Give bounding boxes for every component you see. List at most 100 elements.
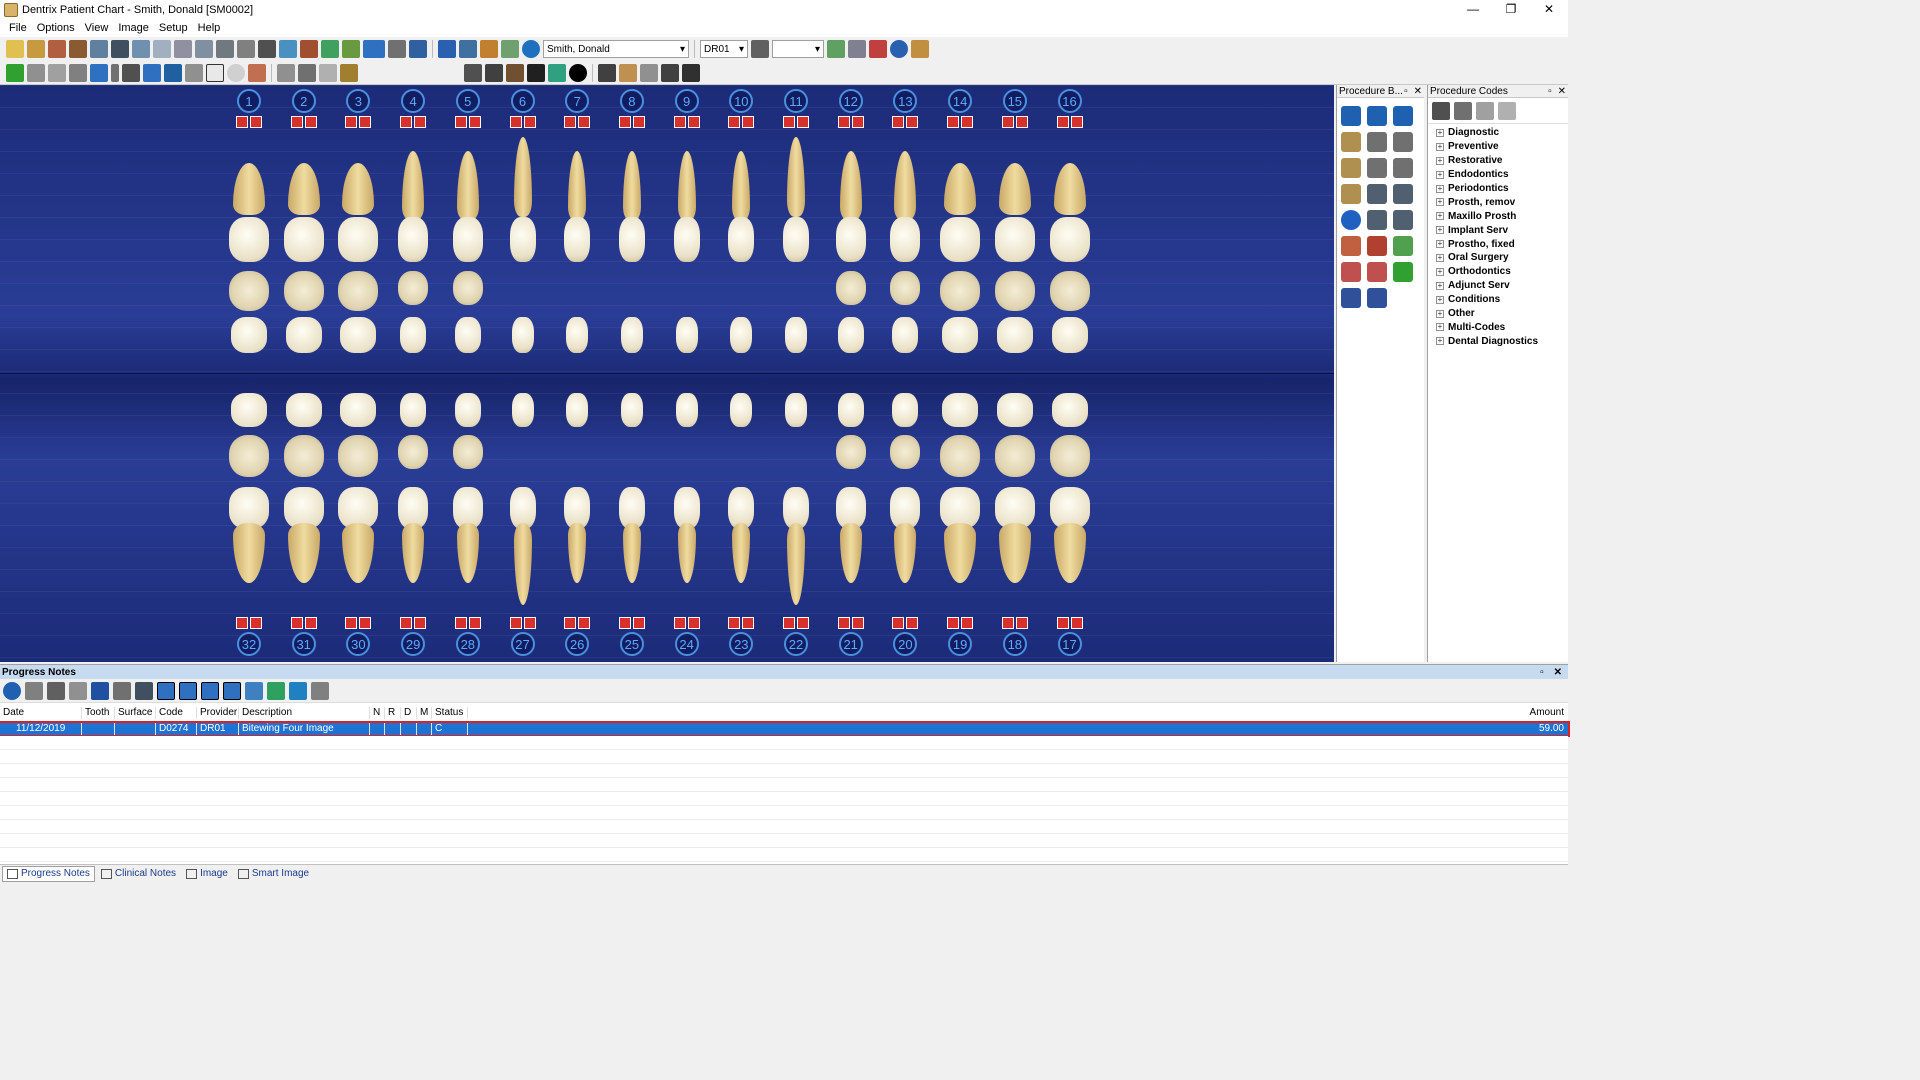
- notes-icon[interactable]: [27, 40, 45, 58]
- procedure-button-s-icon[interactable]: [1341, 210, 1361, 230]
- network-icon[interactable]: [548, 63, 566, 82]
- menu-view[interactable]: View: [80, 22, 114, 34]
- procedure-button-er-icon[interactable]: [1367, 236, 1387, 256]
- tooth-incisal-view[interactable]: [942, 317, 979, 353]
- tooth-incisal-view[interactable]: [785, 393, 807, 427]
- eraser-icon[interactable]: [132, 40, 150, 58]
- view-5-icon[interactable]: [245, 681, 263, 700]
- tooth-crown[interactable]: [940, 217, 981, 262]
- procedure-button-root-icon[interactable]: [1341, 132, 1361, 152]
- column-header-r[interactable]: R: [385, 707, 401, 719]
- tooth-number-upper[interactable]: 1: [237, 89, 261, 113]
- book-icon[interactable]: [48, 40, 66, 58]
- open-chart-icon[interactable]: [6, 40, 24, 58]
- tooth-incisal-view[interactable]: [340, 393, 377, 427]
- tooth-status-flags[interactable]: [290, 617, 319, 629]
- tooth-status-flags[interactable]: [892, 116, 920, 128]
- tab-clinical-notes[interactable]: Clinical Notes: [97, 866, 180, 882]
- tooth-incisal-view[interactable]: [1051, 393, 1088, 427]
- tooth-number-upper[interactable]: 2: [291, 89, 316, 113]
- tooth-incisal-view[interactable]: [837, 317, 864, 353]
- tooth-status-flags[interactable]: [1056, 617, 1085, 629]
- tree-item-adjunct-serv[interactable]: + Adjunct Serv: [1436, 279, 1568, 293]
- expand-icon[interactable]: +: [1436, 128, 1444, 137]
- tooth-occlusal[interactable]: [940, 435, 981, 477]
- tooth-incisal-view[interactable]: [400, 317, 427, 353]
- tree-item-multi-codes[interactable]: + Multi-Codes: [1436, 320, 1568, 334]
- tooth-status-flags[interactable]: [1056, 116, 1085, 128]
- send-icon[interactable]: [409, 40, 427, 58]
- table-icon[interactable]: [682, 63, 700, 82]
- tooth-crown[interactable]: [338, 217, 379, 262]
- fax-icon[interactable]: [48, 63, 66, 82]
- secondary-select[interactable]: ▾: [772, 40, 824, 58]
- tooth-incisal-view[interactable]: [566, 393, 589, 427]
- column-header-tooth[interactable]: Tooth: [82, 707, 115, 719]
- maximize-button[interactable]: ❐: [1492, 0, 1530, 18]
- tooth-incisal-view[interactable]: [730, 317, 753, 353]
- column-header-date[interactable]: Date: [0, 707, 82, 719]
- column-header-code[interactable]: Code: [156, 707, 197, 719]
- brush-icon[interactable]: [122, 63, 140, 82]
- book-stack-icon[interactable]: [300, 40, 318, 58]
- tooth-occlusal[interactable]: [890, 271, 921, 305]
- tooth-incisal-view[interactable]: [454, 393, 481, 427]
- tooth-status-flags[interactable]: [673, 617, 702, 629]
- tooth-incisal-view[interactable]: [675, 317, 698, 353]
- tooth-status-flags[interactable]: [892, 617, 920, 629]
- alert-icon[interactable]: [869, 40, 887, 58]
- camera-icon[interactable]: [848, 40, 866, 58]
- tooth-crown[interactable]: [452, 217, 483, 262]
- expand-icon[interactable]: +: [1436, 212, 1444, 221]
- tooth-crown[interactable]: [783, 217, 809, 262]
- tree-item-prostho-fixed[interactable]: + Prostho, fixed: [1436, 237, 1568, 251]
- tooth-status-flags[interactable]: [783, 116, 811, 128]
- stack-icon[interactable]: [464, 63, 482, 82]
- procedure-button-d350-icon[interactable]: [1367, 158, 1387, 178]
- card-icon[interactable]: [195, 40, 213, 58]
- procedure-button-l-icon[interactable]: [1367, 210, 1387, 230]
- expand-icon[interactable]: +: [1436, 253, 1444, 262]
- tooth-crown[interactable]: [509, 217, 536, 262]
- tree-item-periodontics[interactable]: + Periodontics: [1436, 182, 1568, 196]
- tooth-incisal-view[interactable]: [892, 393, 919, 427]
- delete-icon[interactable]: [25, 681, 43, 700]
- mouth-icon[interactable]: [248, 63, 266, 82]
- tooth-number-upper[interactable]: 8: [619, 89, 644, 113]
- tooth-incisal-view[interactable]: [996, 317, 1033, 353]
- procedure-button-implant-icon[interactable]: [1341, 158, 1361, 178]
- pin-icon[interactable]: ▫: [1548, 86, 1552, 97]
- tooth-incisal-view[interactable]: [400, 393, 427, 427]
- table-row[interactable]: 11/12/2019 D0274 DR01 Bitewing Four Imag…: [0, 721, 1570, 737]
- expand-icon[interactable]: +: [1436, 170, 1444, 179]
- tooth-crown[interactable]: [398, 217, 429, 262]
- tooth-occlusal[interactable]: [283, 271, 324, 311]
- ddx-icon[interactable]: [363, 40, 385, 58]
- tooth-occlusal[interactable]: [1049, 435, 1090, 477]
- tab-smart-image[interactable]: Smart Image: [234, 866, 313, 882]
- tooth-crown[interactable]: [618, 217, 645, 262]
- expand-icon[interactable]: +: [1436, 267, 1444, 276]
- tooth-status-flags[interactable]: [454, 617, 483, 629]
- column-header-m[interactable]: M: [417, 707, 432, 719]
- tooth-occlusal[interactable]: [338, 271, 379, 311]
- tooth-incisal-view[interactable]: [231, 317, 267, 353]
- tooth-incisal-view[interactable]: [620, 317, 643, 353]
- tooth-number-lower[interactable]: 26: [565, 632, 590, 656]
- procedure-button-mod-icon[interactable]: [1367, 106, 1387, 126]
- view-1-icon[interactable]: [157, 681, 175, 700]
- column-header-amount[interactable]: Amount: [468, 707, 1568, 719]
- print-chart-icon[interactable]: [27, 63, 45, 82]
- tree-item-orthodontics[interactable]: + Orthodontics: [1436, 265, 1568, 279]
- tooth-crown[interactable]: [1049, 217, 1090, 262]
- tooth-number-lower[interactable]: 25: [619, 632, 644, 656]
- tooth-status-flags[interactable]: [290, 116, 319, 128]
- matrix-icon[interactable]: [485, 63, 503, 82]
- tooth-status-flags[interactable]: [783, 617, 811, 629]
- pill-icon[interactable]: [279, 40, 297, 58]
- menu-image[interactable]: Image: [113, 22, 154, 34]
- tooth-occlusal[interactable]: [338, 435, 379, 477]
- procedure-button-m-icon[interactable]: [1367, 184, 1387, 204]
- expand-icon[interactable]: +: [1436, 198, 1444, 207]
- tooth-status-flags[interactable]: [400, 116, 428, 128]
